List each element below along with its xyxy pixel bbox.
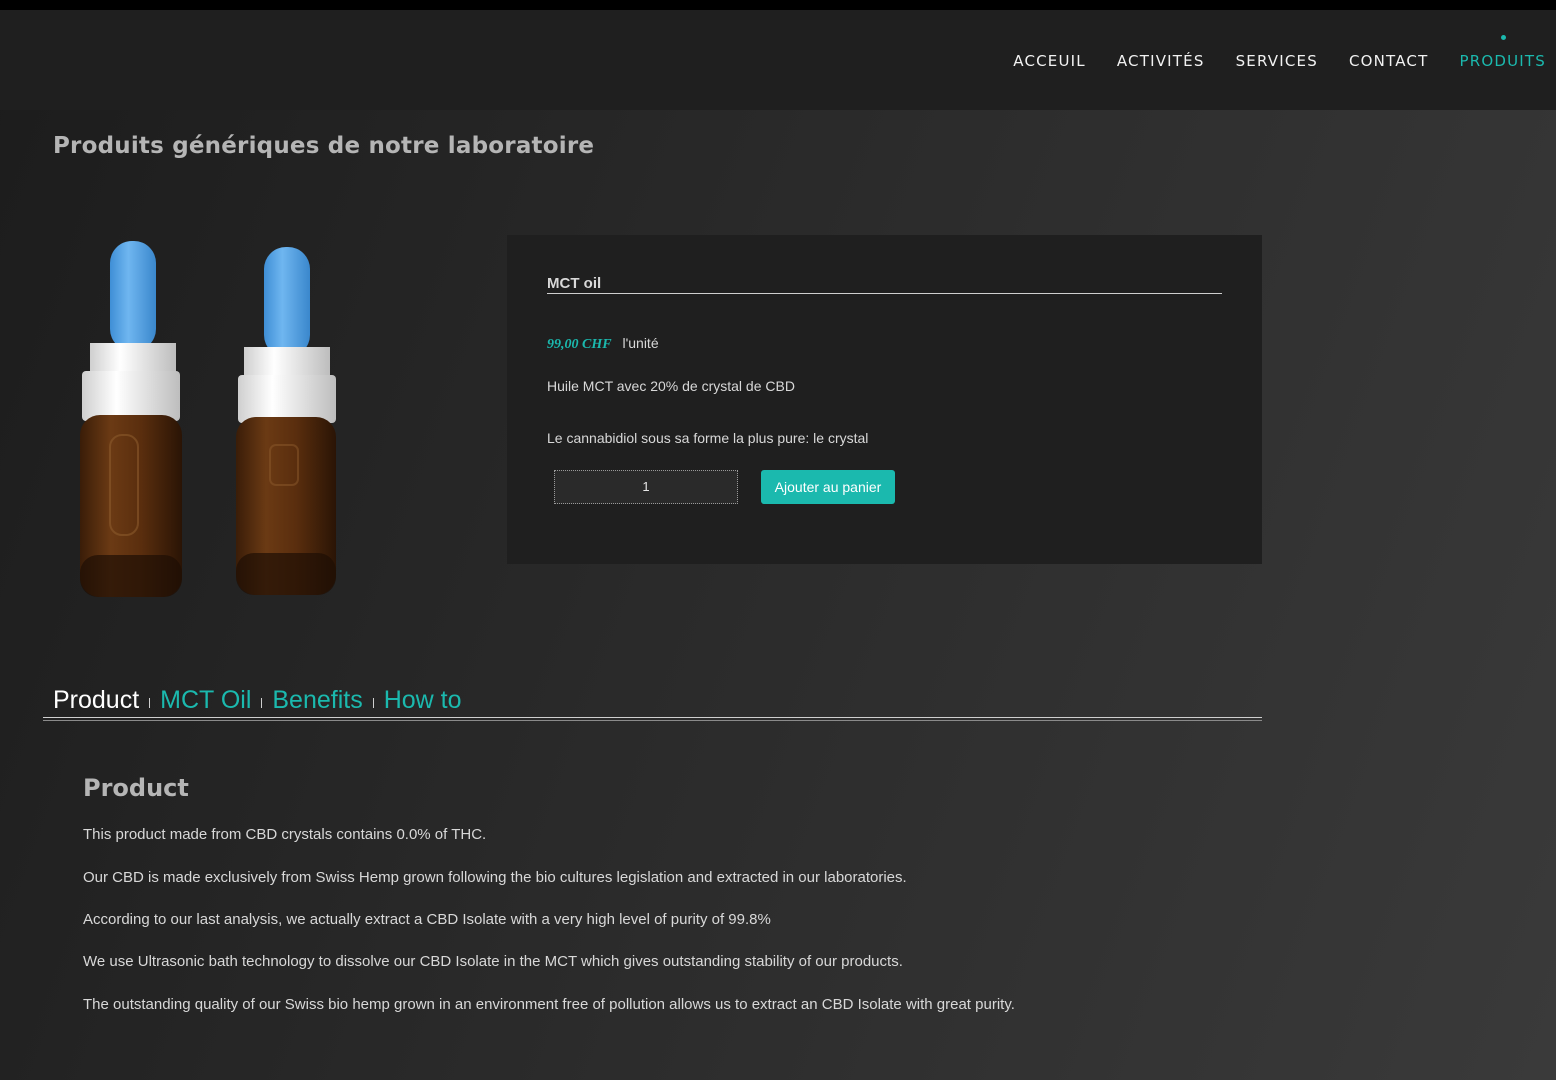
section-paragraph-2: Our CBD is made exclusively from Swiss H… bbox=[83, 869, 907, 886]
tab-separator bbox=[372, 698, 374, 708]
section-title: Product bbox=[83, 774, 189, 802]
product-price: 99,00 CHF bbox=[547, 337, 612, 352]
nav-item-contact[interactable]: CONTACT bbox=[1349, 52, 1429, 70]
section-paragraph-4: We use Ultrasonic bath technology to dis… bbox=[83, 953, 903, 970]
nav-item-produits-label: PRODUITS bbox=[1459, 52, 1546, 70]
tab-separator bbox=[261, 698, 263, 708]
active-indicator-dot bbox=[1500, 35, 1506, 40]
tab-how-to[interactable]: How to bbox=[384, 686, 462, 715]
price-unit: l'unité bbox=[622, 335, 659, 351]
product-title: MCT oil bbox=[547, 275, 1222, 294]
quantity-input[interactable]: 1 bbox=[554, 470, 738, 504]
nav-item-activites[interactable]: ACTIVITÉS bbox=[1117, 52, 1205, 70]
tab-product[interactable]: Product bbox=[53, 686, 139, 715]
product-card: MCT oil 99,00 CHF l'unité Huile MCT avec… bbox=[507, 235, 1262, 564]
page-title: Produits génériques de notre laboratoire bbox=[53, 133, 595, 159]
bottle-right bbox=[236, 247, 336, 595]
tabs-divider bbox=[43, 717, 1262, 721]
price-row: 99,00 CHF l'unité bbox=[547, 335, 659, 353]
site-header: ACCEUIL ACTIVITÉS SERVICES CONTACT PRODU… bbox=[0, 10, 1556, 110]
tab-benefits[interactable]: Benefits bbox=[272, 686, 362, 715]
nav-item-produits[interactable]: PRODUITS bbox=[1459, 35, 1546, 70]
section-paragraph-1: This product made from CBD crystals cont… bbox=[83, 826, 487, 843]
tab-mct-oil[interactable]: MCT Oil bbox=[160, 686, 251, 715]
page: ACCEUIL ACTIVITÉS SERVICES CONTACT PRODU… bbox=[0, 0, 1556, 1080]
add-to-cart-button[interactable]: Ajouter au panier bbox=[761, 470, 895, 504]
nav-item-acceuil[interactable]: ACCEUIL bbox=[1013, 52, 1086, 70]
main-nav: ACCEUIL ACTIVITÉS SERVICES CONTACT PRODU… bbox=[982, 35, 1546, 70]
product-tabs: Product MCT Oil Benefits How to bbox=[53, 686, 462, 715]
product-description-1: Huile MCT avec 20% de crystal de CBD bbox=[547, 378, 795, 394]
top-bar bbox=[0, 0, 1556, 10]
section-paragraph-5: The outstanding quality of our Swiss bio… bbox=[83, 996, 1015, 1013]
product-description-2: Le cannabidiol sous sa forme la plus pur… bbox=[547, 430, 869, 446]
nav-item-services[interactable]: SERVICES bbox=[1236, 52, 1318, 70]
section-paragraph-3: According to our last analysis, we actua… bbox=[83, 911, 771, 928]
tab-separator bbox=[149, 698, 151, 708]
bottle-left bbox=[80, 241, 182, 597]
cbd-dropper-bottles-image bbox=[80, 241, 336, 597]
